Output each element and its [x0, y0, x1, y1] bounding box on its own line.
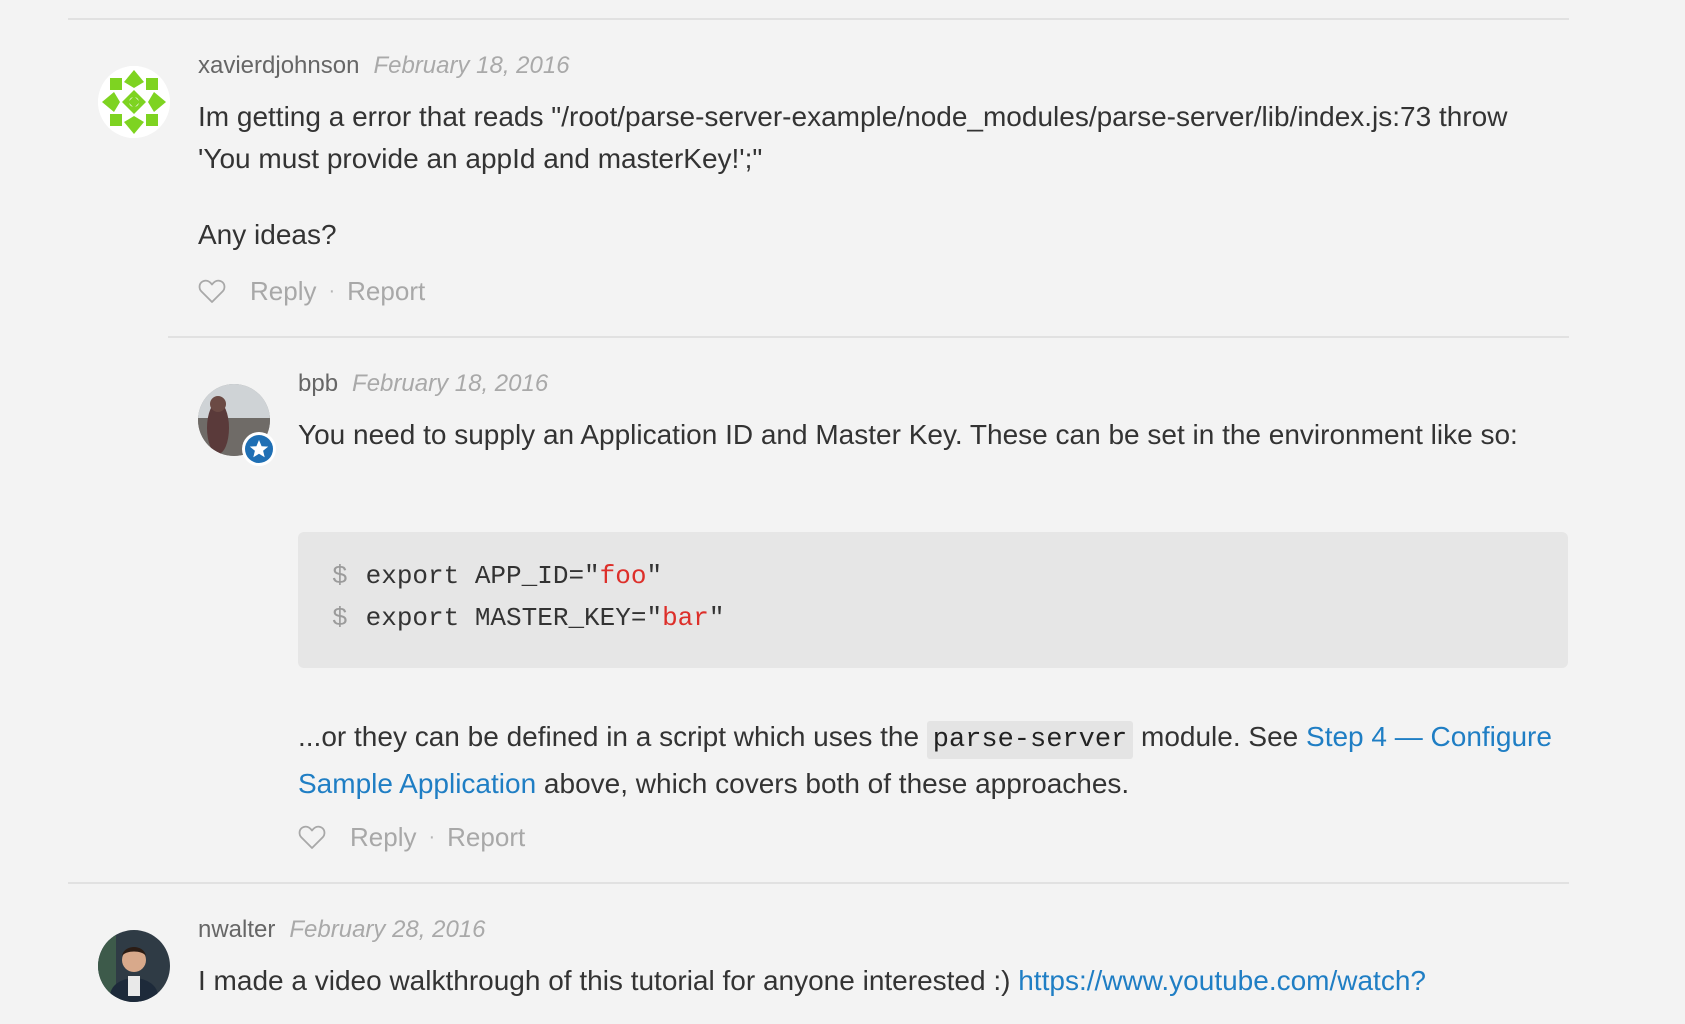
comment-paragraph: I made a video walkthrough of this tutor…	[198, 960, 1568, 1002]
comment-meta: nwalter February 28, 2016	[198, 915, 486, 945]
comment-author[interactable]: nwalter	[198, 916, 275, 943]
comment-nwalter: nwalter February 28, 2016 I made a video …	[0, 0, 1685, 1024]
user-photo-avatar-icon	[98, 930, 170, 1002]
paragraph-text: I made a video walkthrough of this tutor…	[198, 965, 1019, 996]
youtube-link[interactable]: https://www.youtube.com/watch?	[1018, 965, 1426, 996]
comment-date: February 28, 2016	[289, 916, 486, 943]
avatar[interactable]	[98, 930, 170, 1002]
comment-body: I made a video walkthrough of this tutor…	[198, 960, 1568, 1002]
